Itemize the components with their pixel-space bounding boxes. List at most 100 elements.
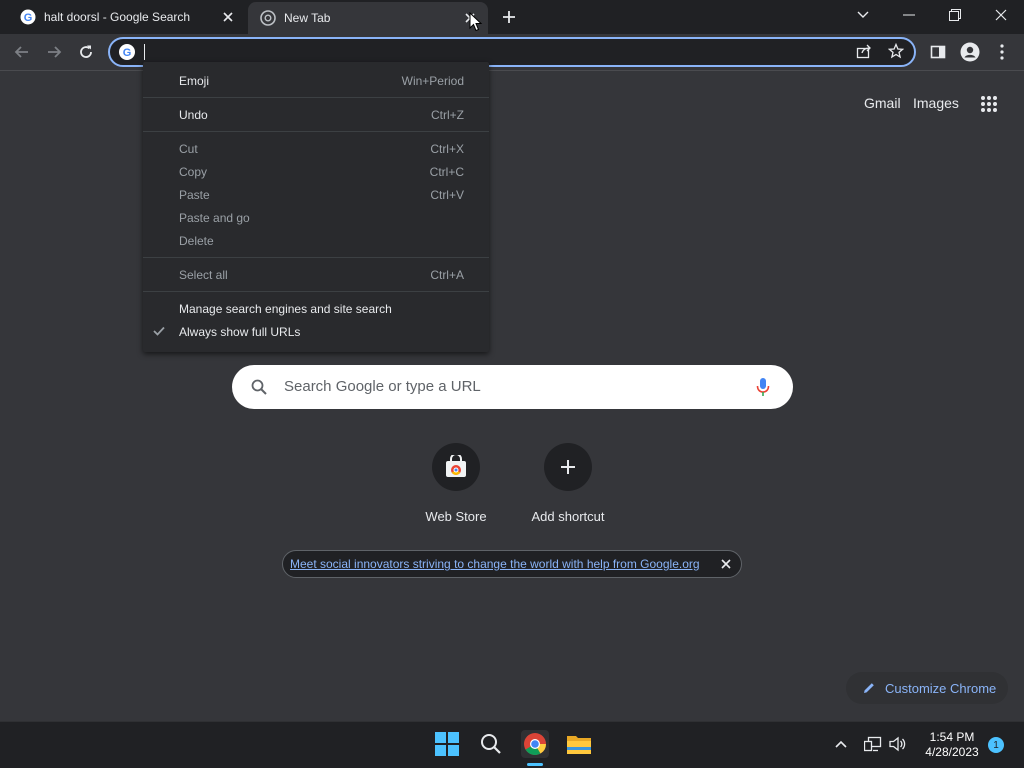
menu-item-shortcut: Ctrl+Z — [431, 108, 464, 122]
menu-item-paste-and-go[interactable]: Paste and go — [143, 207, 489, 229]
plus-icon — [561, 460, 575, 474]
tab-strip: G halt doorsl - Google Search New Tab — [0, 0, 1024, 34]
google-favicon-icon: G — [20, 9, 36, 25]
reload-button[interactable] — [72, 38, 100, 66]
menu-button[interactable] — [988, 38, 1016, 66]
search-box[interactable]: Search Google or type a URL — [232, 365, 793, 409]
restore-icon — [949, 9, 961, 21]
search-icon — [251, 379, 267, 395]
bookmark-button[interactable] — [887, 42, 906, 61]
tab-google-search[interactable]: G halt doorsl - Google Search — [8, 0, 246, 34]
minimize-button[interactable] — [886, 0, 932, 30]
side-panel-button[interactable] — [924, 38, 952, 66]
tab-close-icon[interactable] — [220, 9, 236, 25]
shortcut-label: Add shortcut — [531, 509, 605, 524]
menu-item-emoji[interactable]: Emoji Win+Period — [143, 70, 489, 92]
taskbar-chrome-button[interactable] — [521, 730, 549, 758]
menu-item-paste[interactable]: Paste Ctrl+V — [143, 184, 489, 206]
search-icon — [481, 734, 501, 754]
taskbar-search-button[interactable] — [477, 730, 505, 758]
shortcut-web-store[interactable]: Web Store — [400, 443, 512, 524]
arrow-left-icon — [14, 46, 28, 58]
side-panel-icon — [930, 45, 946, 59]
web-store-icon — [446, 455, 466, 477]
more-vertical-icon — [1000, 44, 1004, 60]
menu-item-select-all[interactable]: Select all Ctrl+A — [143, 264, 489, 286]
address-input[interactable] — [142, 42, 842, 62]
reload-icon — [80, 45, 92, 58]
minimize-icon — [903, 14, 915, 16]
chrome-logo-icon — [524, 733, 546, 755]
menu-item-always-show-full-urls[interactable]: Always show full URLs — [143, 321, 489, 343]
volume-button[interactable] — [884, 730, 912, 758]
folder-icon — [567, 736, 591, 754]
profile-button[interactable] — [956, 38, 984, 66]
back-button[interactable] — [8, 38, 36, 66]
menu-item-cut[interactable]: Cut Ctrl+X — [143, 138, 489, 160]
windows-taskbar: 1:54 PM 4/28/2023 1 — [0, 721, 1024, 768]
gmail-link[interactable]: Gmail — [864, 95, 901, 111]
promo-link[interactable]: Meet social innovators striving to chang… — [290, 557, 700, 571]
close-icon — [721, 559, 731, 569]
customize-label: Customize Chrome — [885, 680, 997, 696]
images-link[interactable]: Images — [913, 95, 959, 111]
menu-item-label: Paste — [179, 188, 210, 202]
tray-overflow-button[interactable] — [827, 730, 855, 758]
shortcut-add[interactable]: Add shortcut — [512, 443, 624, 524]
menu-item-shortcut: Ctrl+C — [429, 165, 464, 179]
clock-time: 1:54 PM — [929, 730, 975, 744]
menu-item-label: Cut — [179, 142, 198, 156]
menu-item-label: Always show full URLs — [179, 325, 301, 339]
menu-item-label: Undo — [179, 108, 208, 122]
notification-badge[interactable]: 1 — [988, 737, 1004, 753]
menu-item-delete[interactable]: Delete — [143, 230, 489, 252]
context-menu: Emoji Win+Period Undo Ctrl+Z Cut Ctrl+X … — [143, 62, 489, 352]
menu-item-label: Manage search engines and site search — [179, 302, 392, 316]
tab-title: New Tab — [284, 11, 331, 25]
forward-button[interactable] — [40, 38, 68, 66]
close-window-button[interactable] — [978, 0, 1024, 30]
menu-separator — [143, 257, 489, 258]
new-tab-button[interactable] — [498, 6, 520, 28]
pencil-icon — [864, 683, 874, 693]
chevron-down-icon — [857, 11, 869, 18]
chevron-up-icon — [835, 740, 847, 748]
windows-logo-icon — [435, 732, 459, 756]
menu-item-shortcut: Ctrl+V — [430, 188, 464, 202]
menu-item-label: Copy — [179, 165, 208, 179]
menu-item-shortcut: Ctrl+A — [430, 268, 464, 282]
star-icon — [887, 42, 905, 59]
share-icon — [856, 44, 871, 59]
network-button[interactable] — [859, 730, 887, 758]
tab-new-tab[interactable]: New Tab — [248, 2, 488, 34]
microphone-icon[interactable] — [756, 377, 770, 397]
shortcut-tile — [432, 443, 480, 491]
text-caret — [144, 44, 145, 60]
menu-item-undo[interactable]: Undo Ctrl+Z — [143, 104, 489, 126]
active-app-indicator — [527, 763, 543, 766]
system-clock[interactable]: 1:54 PM 4/28/2023 — [918, 730, 986, 760]
taskbar-file-explorer-button[interactable] — [565, 730, 593, 758]
mouse-cursor-icon — [469, 12, 483, 32]
clock-date: 4/28/2023 — [925, 745, 979, 759]
search-placeholder: Search Google or type a URL — [284, 378, 481, 395]
menu-item-label: Delete — [179, 234, 214, 248]
menu-separator — [143, 131, 489, 132]
start-button[interactable] — [433, 730, 461, 758]
customize-chrome-button[interactable]: Customize Chrome — [846, 672, 1008, 704]
menu-separator — [143, 291, 489, 292]
network-icon — [864, 736, 882, 752]
menu-item-copy[interactable]: Copy Ctrl+C — [143, 161, 489, 183]
promo-close-button[interactable] — [719, 557, 733, 571]
google-apps-button[interactable] — [980, 95, 1000, 115]
chrome-favicon-icon — [260, 10, 276, 26]
restore-button[interactable] — [932, 0, 978, 30]
checkmark-icon — [153, 324, 165, 339]
menu-item-manage-search-engines[interactable]: Manage search engines and site search — [143, 298, 489, 320]
share-button[interactable] — [856, 43, 874, 61]
menu-item-label: Emoji — [179, 74, 210, 88]
avatar-icon — [960, 42, 980, 62]
close-icon — [995, 9, 1007, 21]
apps-grid-icon — [981, 96, 997, 112]
tab-search-button[interactable] — [840, 0, 886, 30]
